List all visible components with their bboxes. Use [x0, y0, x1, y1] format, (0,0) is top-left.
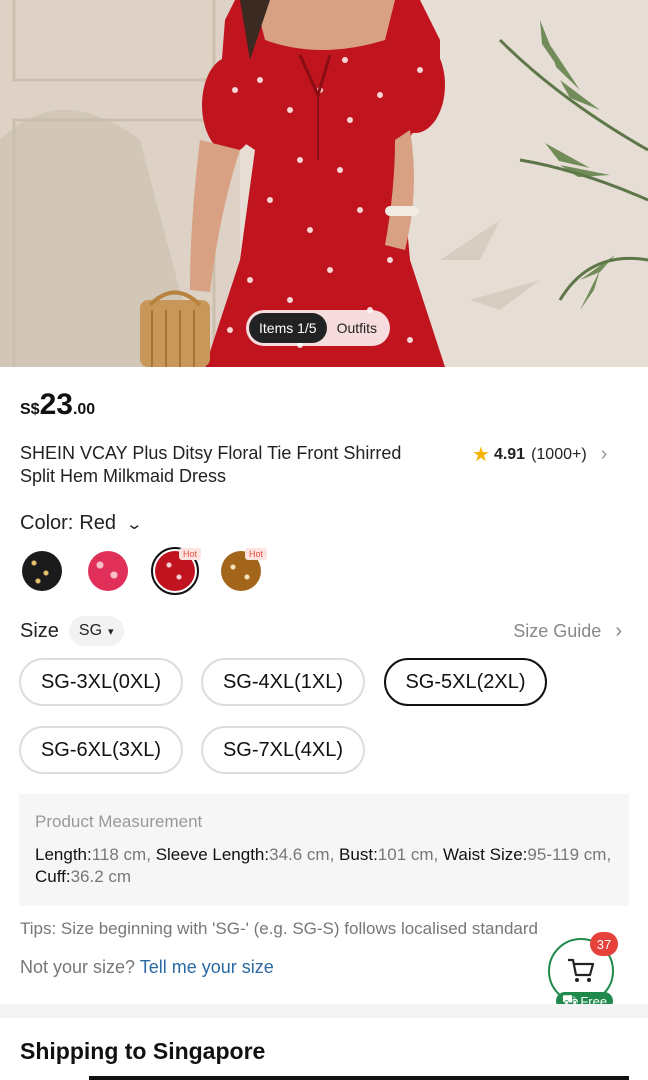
size-tips: Tips: Size beginning with 'SG-' (e.g. SG…: [20, 919, 538, 938]
bottom-bar: [89, 1076, 629, 1080]
measurement-details: Length:118 cm, Sleeve Length:34.6 cm, Bu…: [35, 844, 613, 888]
product-measurement: Product Measurement Length:118 cm, Sleev…: [19, 794, 629, 906]
size-header: Size SG ▾ Size Guide ›: [20, 614, 628, 648]
cuff-key: Cuff:: [35, 867, 71, 886]
basket-bag: [140, 290, 210, 367]
rating-summary[interactable]: ★ 4.91 (1000+) ›: [472, 443, 607, 466]
size-region-value: SG: [78, 622, 103, 639]
price-integer: 23: [39, 388, 73, 421]
size-guide-link[interactable]: Size Guide ›: [513, 620, 622, 643]
tell-me-your-size-link[interactable]: Tell me your size: [140, 957, 274, 977]
size-label: Size: [20, 619, 59, 642]
length-value: 118 cm,: [91, 845, 151, 864]
swatch-pink[interactable]: [88, 551, 128, 591]
swatch-brown[interactable]: Hot: [221, 548, 268, 591]
color-selector[interactable]: Color: Red ⌄: [20, 512, 144, 535]
measurement-heading: Product Measurement: [35, 812, 203, 831]
hot-badge: Hot: [179, 548, 202, 560]
chevron-down-icon: ⌄: [125, 515, 144, 533]
color-value: Red: [79, 512, 117, 534]
review-count: (1000+): [531, 445, 587, 463]
bust-value: 101 cm,: [377, 845, 439, 864]
outfits-tab[interactable]: Outfits: [327, 313, 387, 343]
section-divider: [0, 1004, 648, 1018]
not-your-size-prefix: Not your size?: [20, 957, 136, 977]
items-tab[interactable]: Items 1/5: [249, 313, 327, 343]
gallery-switch: Items 1/5 Outfits: [246, 310, 391, 346]
size-region-dropdown[interactable]: SG ▾: [68, 616, 124, 646]
price: S$ 23 .00: [20, 388, 95, 422]
size-option-6xl[interactable]: SG-6XL(3XL): [19, 726, 183, 774]
waist-key: Waist Size:: [443, 845, 528, 864]
chevron-down-icon: ▾: [108, 625, 114, 638]
cart-icon: [568, 958, 595, 982]
shipping-heading: Shipping to Singapore: [20, 1038, 266, 1064]
swatch-black[interactable]: [22, 551, 62, 591]
swatch-red[interactable]: Hot: [151, 547, 202, 595]
cart-button[interactable]: 37 ⛟ Free: [548, 932, 618, 1010]
size-guide-label: Size Guide: [513, 620, 602, 641]
sleeve-key: Sleeve Length:: [155, 845, 270, 864]
sleeve-value: 34.6 cm,: [269, 845, 335, 864]
size-option-4xl[interactable]: SG-4XL(1XL): [201, 658, 365, 706]
not-your-size: Not your size? Tell me your size: [20, 957, 274, 978]
chevron-right-icon: ›: [615, 619, 622, 642]
bust-key: Bust:: [339, 845, 378, 864]
price-decimal: .00: [72, 401, 96, 418]
star-icon: ★: [472, 443, 490, 466]
product-title: SHEIN VCAY Plus Ditsy Floral Tie Front S…: [20, 443, 402, 486]
size-option-5xl[interactable]: SG-5XL(2XL): [384, 658, 547, 706]
chevron-right-icon: ›: [600, 443, 608, 465]
hot-badge: Hot: [245, 548, 268, 560]
size-option-3xl[interactable]: SG-3XL(0XL): [19, 658, 183, 706]
price-currency: S$: [20, 401, 40, 418]
size-option-7xl[interactable]: SG-7XL(4XL): [201, 726, 365, 774]
cuff-value: 36.2 cm: [70, 867, 132, 886]
length-key: Length:: [35, 845, 92, 864]
product-image[interactable]: Items 1/5 Outfits: [0, 0, 648, 367]
waist-value: 95-119 cm,: [527, 845, 612, 864]
cart-count-badge: 37: [590, 932, 618, 956]
color-label: Color:: [20, 512, 74, 534]
rating-score: 4.91: [493, 445, 526, 463]
